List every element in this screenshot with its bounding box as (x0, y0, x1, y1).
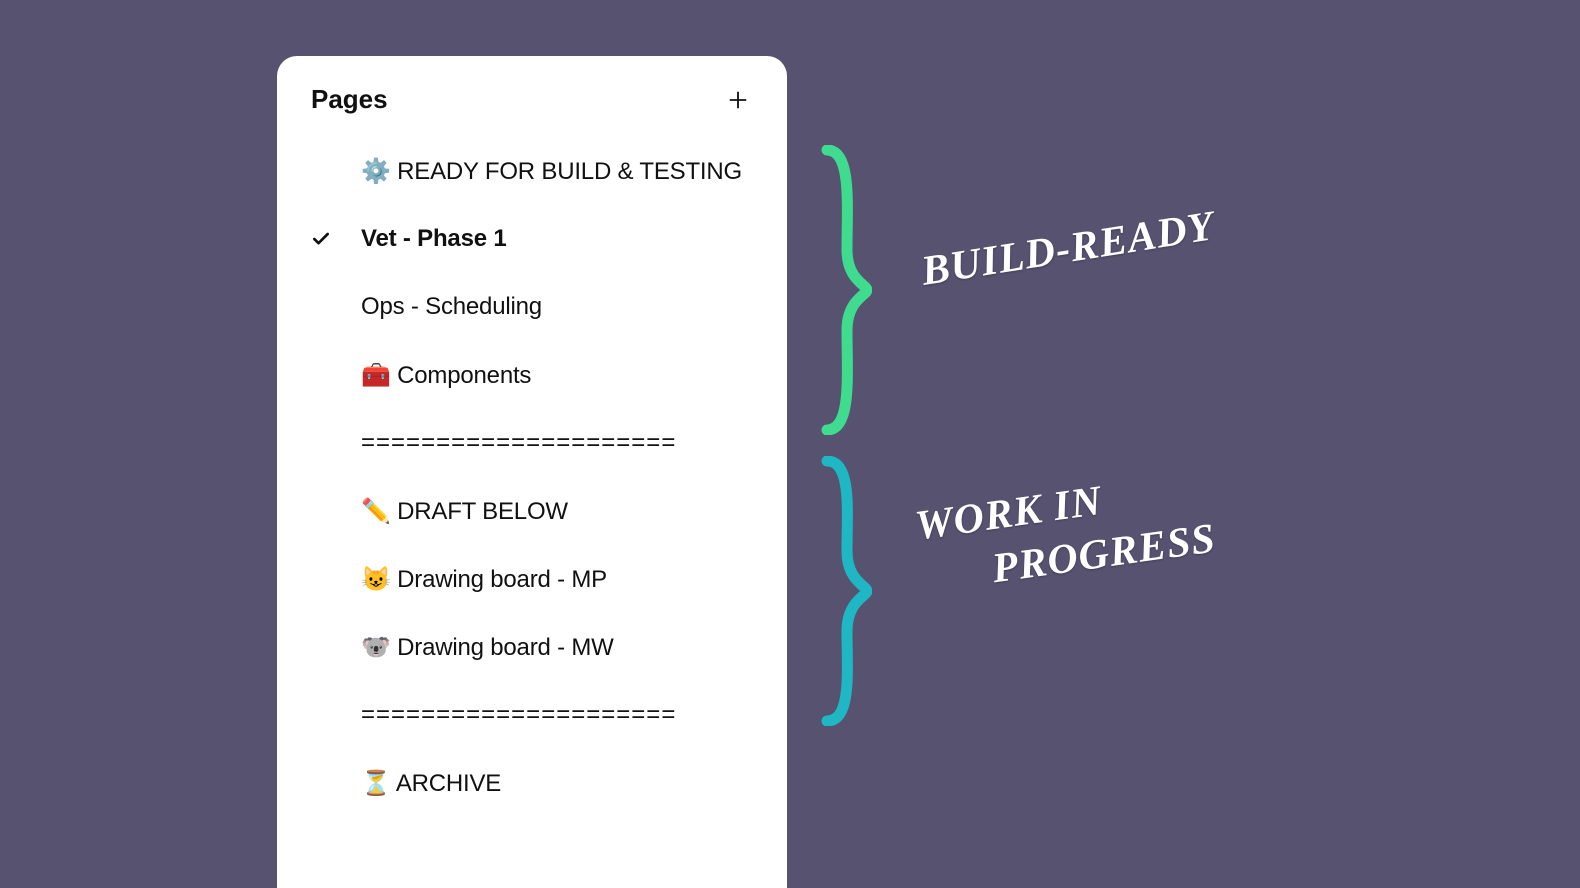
plus-icon (727, 89, 749, 111)
page-item-label: ⏳ ARCHIVE (361, 769, 753, 798)
annotation-wip-line2: PROGRESS (919, 512, 1219, 605)
page-item-label: 😺 Drawing board - MP (361, 565, 753, 594)
page-item-9[interactable]: ⏳ ARCHIVE (277, 749, 787, 817)
check-icon (311, 229, 361, 249)
page-item-label: Ops - Scheduling (361, 293, 753, 321)
page-item-label: 🧰 Components (361, 361, 753, 390)
page-item-3[interactable]: 🧰 Components (277, 341, 787, 409)
page-item-8[interactable]: ===================== (277, 681, 787, 749)
pages-title: Pages (311, 84, 388, 115)
pages-panel: Pages ⚙️ READY FOR BUILD & TESTING Vet - … (277, 56, 787, 888)
page-item-7[interactable]: 🐨 Drawing board - MW (277, 613, 787, 681)
page-item-1[interactable]: Vet - Phase 1 (277, 205, 787, 273)
page-item-label: Vet - Phase 1 (361, 225, 753, 253)
page-item-label: 🐨 Drawing board - MW (361, 633, 753, 662)
page-item-label: ⚙️ READY FOR BUILD & TESTING (361, 157, 753, 186)
add-page-button[interactable] (723, 85, 753, 115)
page-item-2[interactable]: Ops - Scheduling (277, 273, 787, 341)
page-item-label: ===================== (361, 701, 753, 729)
page-item-4[interactable]: ===================== (277, 409, 787, 477)
page-item-6[interactable]: 😺 Drawing board - MP (277, 545, 787, 613)
annotation-wip-line1: WORK IN (913, 478, 1105, 550)
pages-list: ⚙️ READY FOR BUILD & TESTING Vet - Phase … (277, 125, 787, 817)
brace-build-ready (812, 145, 872, 435)
brace-wip (812, 456, 872, 726)
annotation-build-ready: BUILD-READY (918, 202, 1218, 296)
page-item-5[interactable]: ✏️ DRAFT BELOW (277, 477, 787, 545)
page-item-0[interactable]: ⚙️ READY FOR BUILD & TESTING (277, 137, 787, 205)
page-item-label: ✏️ DRAFT BELOW (361, 497, 753, 526)
page-item-label: ===================== (361, 429, 753, 457)
pages-panel-header: Pages (277, 84, 787, 125)
annotation-wip: WORK IN PROGRESS (912, 460, 1219, 605)
